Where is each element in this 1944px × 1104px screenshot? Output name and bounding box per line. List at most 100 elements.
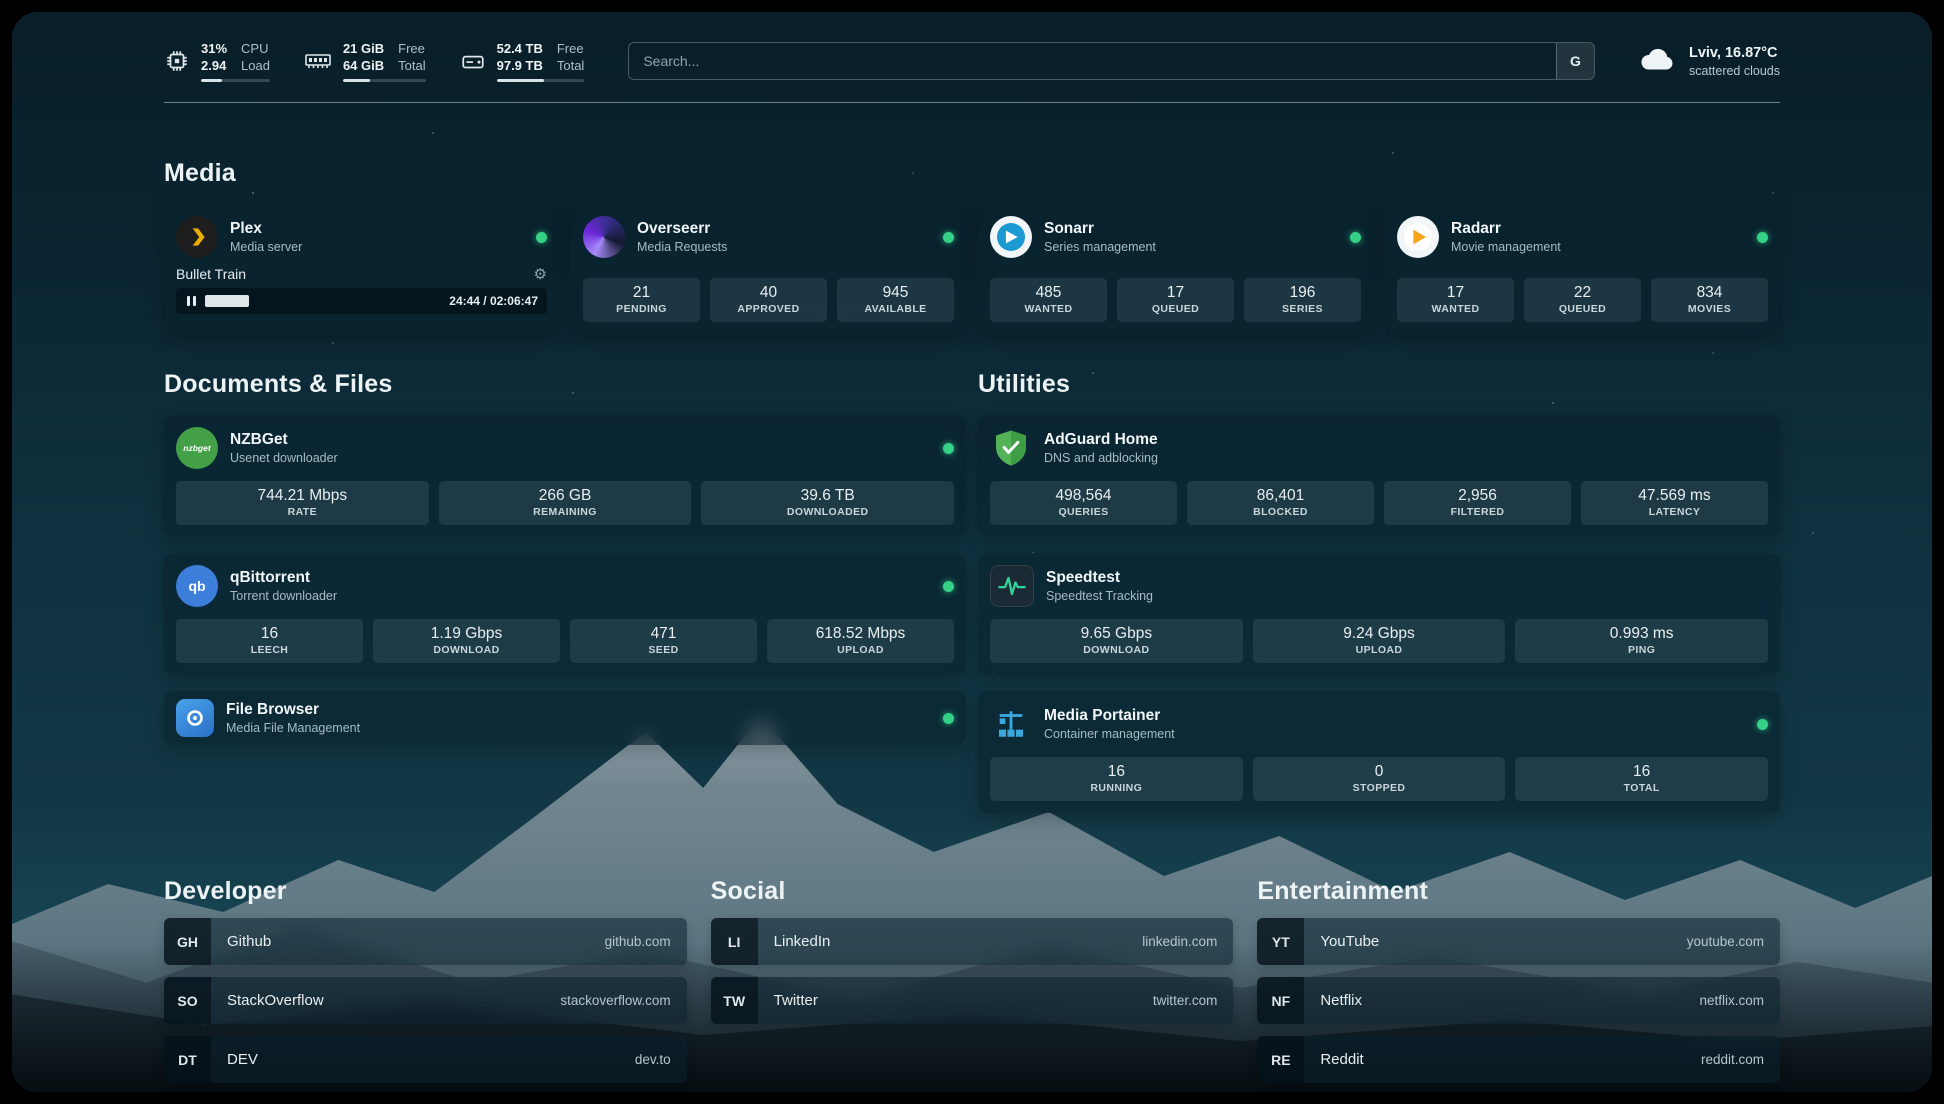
service-card-portainer[interactable]: Media Portainer Container management 16 … [978, 691, 1780, 813]
service-subtitle: Series management [1044, 239, 1156, 255]
nzbget-icon: nzbget [176, 427, 218, 469]
service-card-nzbget[interactable]: nzbget NZBGet Usenet downloader 744.21 M… [164, 415, 966, 537]
bookmark-youtube[interactable]: YT YouTube youtube.com [1257, 918, 1780, 965]
disk-widget: 52.4 TB 97.9 TB Free Total [460, 40, 585, 82]
bookmark-github[interactable]: GH Github github.com [164, 918, 687, 965]
stat-upload: 9.24 Gbps UPLOAD [1253, 619, 1506, 663]
section-media: Media Plex Media server [164, 159, 1780, 334]
stat-pending: 21 PENDING [583, 278, 700, 322]
service-name: Sonarr [1044, 219, 1156, 239]
section-documents: Documents & Files nzbget NZBGet Usenet d… [164, 370, 966, 761]
cpu-widget: 31% 2.94 CPU Load [164, 40, 270, 82]
service-subtitle: Media File Management [226, 720, 360, 736]
bookmark-reddit[interactable]: RE Reddit reddit.com [1257, 1036, 1780, 1083]
bookmark-stackoverflow[interactable]: SO StackOverflow stackoverflow.com [164, 977, 687, 1024]
service-name: AdGuard Home [1044, 430, 1158, 450]
service-subtitle: Movie management [1451, 239, 1561, 255]
bookmark-name: LinkedIn [774, 933, 831, 950]
radarr-icon [1397, 216, 1439, 258]
background-stars [12, 12, 14, 14]
stat-queued: 22 QUEUED [1524, 278, 1641, 322]
service-card-radarr[interactable]: Radarr Movie management 17 WANTED 22 QUE… [1385, 204, 1780, 334]
bookmark-name: Twitter [774, 992, 818, 1009]
resource-widgets: 31% 2.94 CPU Load [164, 40, 584, 82]
bookmark-twitter[interactable]: TW Twitter twitter.com [711, 977, 1234, 1024]
cpu-label: CPU [241, 40, 270, 57]
bookmark-url: youtube.com [1687, 934, 1764, 949]
stat-seed: 471 SEED [570, 619, 757, 663]
stat-available: 945 AVAILABLE [837, 278, 954, 322]
pause-icon[interactable] [185, 296, 197, 306]
plex-now-playing: Bullet Train ⚙ 24:44 / 02:06:47 [176, 266, 547, 314]
portainer-icon [990, 703, 1032, 745]
service-card-filebrowser[interactable]: File Browser Media File Management [164, 691, 966, 745]
stackoverflow-icon: SO [164, 977, 211, 1024]
qbittorrent-icon: qb [176, 565, 218, 607]
service-card-speedtest[interactable]: Speedtest Speedtest Tracking 9.65 Gbps D… [978, 553, 1780, 675]
utilities-section-title: Utilities [978, 370, 1780, 399]
service-name: Plex [230, 219, 302, 239]
search-engine-button[interactable]: G [1556, 43, 1594, 79]
stat-approved: 40 APPROVED [710, 278, 827, 322]
cpu-usage-value: 31% [201, 40, 227, 57]
stat-downloaded: 39.6 TB DOWNLOADED [701, 481, 954, 525]
youtube-icon: YT [1257, 918, 1304, 965]
cpu-progress-bar [201, 79, 270, 82]
service-card-overseerr[interactable]: Overseerr Media Requests 21 PENDING 40 A… [571, 204, 966, 334]
bookmarks-area: Developer GH Github github.com SO StackO… [164, 877, 1780, 1083]
status-dot [943, 443, 954, 454]
stat-wanted: 485 WANTED [990, 278, 1107, 322]
bookmark-url: dev.to [635, 1052, 671, 1067]
documents-section-title: Documents & Files [164, 370, 966, 399]
adguard-shield-icon [990, 427, 1032, 469]
memory-widget: 21 GiB 64 GiB Free Total [304, 40, 426, 82]
status-dot [1757, 232, 1768, 243]
status-dot [1757, 719, 1768, 730]
github-icon: GH [164, 918, 211, 965]
bookmark-name: YouTube [1320, 933, 1379, 950]
service-subtitle: Container management [1044, 726, 1175, 742]
bookmark-url: stackoverflow.com [560, 993, 670, 1008]
service-subtitle: Media Requests [637, 239, 727, 255]
playback-time: 24:44 / 02:06:47 [449, 294, 538, 308]
stat-leech: 16 LEECH [176, 619, 363, 663]
bookmark-name: Github [227, 933, 271, 950]
disk-icon [460, 48, 486, 74]
memory-free-value: 21 GiB [343, 40, 384, 57]
service-card-qbittorrent[interactable]: qb qBittorrent Torrent downloader 16 LEE… [164, 553, 966, 675]
stat-running: 16 RUNNING [990, 757, 1243, 801]
service-card-plex[interactable]: Plex Media server Bullet Train ⚙ [164, 204, 559, 334]
bookmark-name: StackOverflow [227, 992, 324, 1009]
now-playing-title: Bullet Train [176, 266, 246, 282]
bookmark-url: github.com [605, 934, 671, 949]
bookmark-group-social: Social LI LinkedIn linkedin.com TW Twitt… [711, 877, 1234, 1083]
cpu-icon [164, 48, 190, 74]
stat-download: 9.65 Gbps DOWNLOAD [990, 619, 1243, 663]
bookmark-dev[interactable]: DT DEV dev.to [164, 1036, 687, 1083]
playback-progress-fill [205, 295, 249, 307]
status-dot [943, 232, 954, 243]
netflix-icon: NF [1257, 977, 1304, 1024]
stat-series: 196 SERIES [1244, 278, 1361, 322]
service-name: Overseerr [637, 219, 727, 239]
stat-download: 1.19 Gbps DOWNLOAD [373, 619, 560, 663]
bookmark-name: Netflix [1320, 992, 1362, 1009]
bookmark-name: DEV [227, 1051, 258, 1068]
playback-progress-bar[interactable]: 24:44 / 02:06:47 [176, 288, 547, 314]
speedtest-icon [990, 565, 1034, 607]
search-input[interactable] [629, 43, 1556, 79]
service-card-adguard[interactable]: AdGuard Home DNS and adblocking 498,564 … [978, 415, 1780, 537]
service-name: Radarr [1451, 219, 1561, 239]
stat-queries: 498,564 QUERIES [990, 481, 1177, 525]
bookmark-linkedin[interactable]: LI LinkedIn linkedin.com [711, 918, 1234, 965]
bookmark-netflix[interactable]: NF Netflix netflix.com [1257, 977, 1780, 1024]
service-card-sonarr[interactable]: Sonarr Series management 485 WANTED 17 Q… [978, 204, 1373, 334]
weather-location: Lviv, 16.87°C [1689, 44, 1780, 63]
stat-latency: 47.569 ms LATENCY [1581, 481, 1768, 525]
settings-gear-icon[interactable]: ⚙ [534, 267, 547, 282]
stat-queued: 17 QUEUED [1117, 278, 1234, 322]
plex-icon [176, 216, 218, 258]
service-name: Speedtest [1046, 568, 1153, 588]
entertainment-group-title: Entertainment [1257, 877, 1780, 906]
memory-icon [304, 49, 332, 73]
